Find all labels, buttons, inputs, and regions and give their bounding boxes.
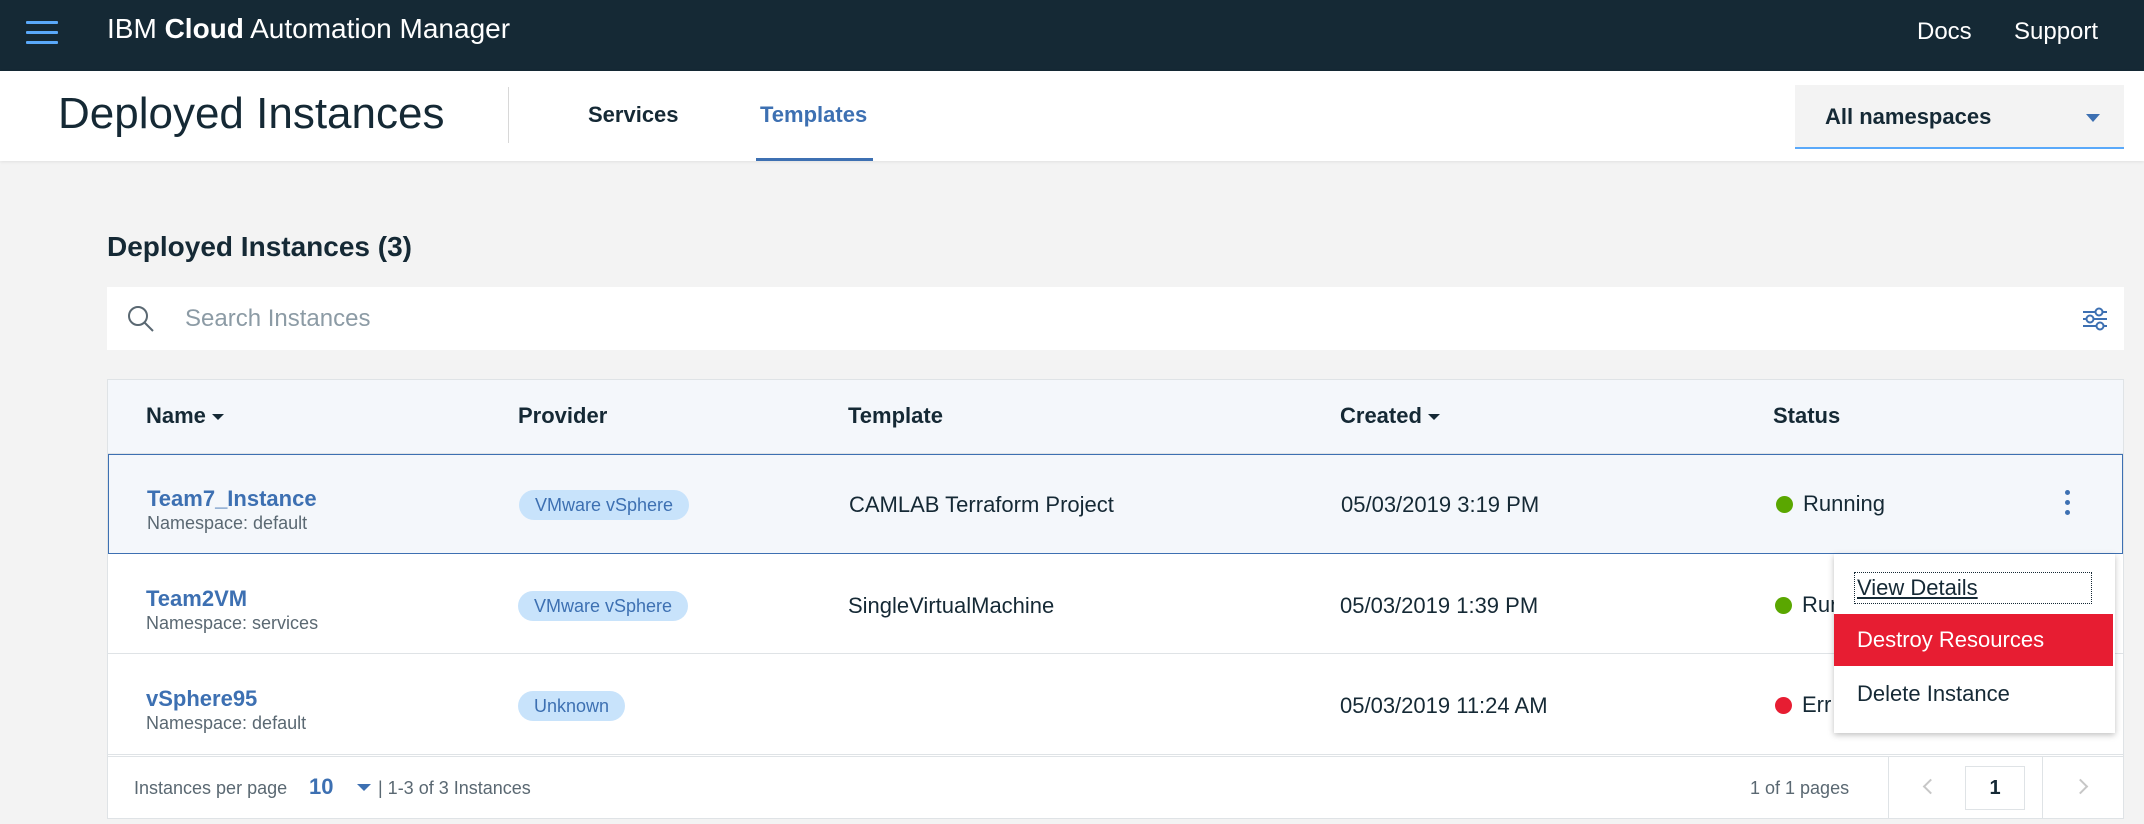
- column-header-label: Created: [1340, 403, 1422, 428]
- created-cell: 05/03/2019 1:39 PM: [1340, 593, 1539, 618]
- table-pagination: Instances per page 10 | 1-3 of 3 Instanc…: [108, 756, 2123, 819]
- provider-badge: VMware vSphere: [519, 490, 690, 520]
- instance-namespace: Namespace: default: [146, 713, 307, 733]
- sort-caret-icon: [1427, 414, 1440, 421]
- instance-name-link[interactable]: Team2VM: [146, 586, 247, 612]
- active-tab-indicator: [756, 158, 873, 161]
- support-link[interactable]: Support: [2014, 17, 2098, 47]
- page-count: 1 of 1 pages: [1750, 778, 1850, 798]
- brand-suffix: Automation Manager: [243, 13, 511, 44]
- instance-namespace: Namespace: services: [146, 613, 319, 633]
- namespace-select[interactable]: All namespaces: [1795, 85, 2124, 149]
- delete-instance-menu-item[interactable]: Delete Instance: [1834, 668, 2113, 720]
- namespace-select-value: All namespaces: [1825, 104, 1992, 129]
- view-details-menu-item[interactable]: View Details: [1834, 562, 2113, 614]
- status-text: Err: [1802, 692, 1832, 717]
- search-bar: [107, 287, 2124, 350]
- item-range: | 1-3 of 3 Instances: [378, 778, 531, 798]
- chevron-right-icon: [2072, 778, 2089, 795]
- created-cell: 05/03/2019 3:19 PM: [1341, 492, 1540, 517]
- status-dot: [1775, 597, 1792, 614]
- instances-table: Name Provider Template Created Status Te…: [107, 379, 2124, 819]
- table-row[interactable]: vSphere95 Namespace: default Unknown 05/…: [108, 655, 2123, 755]
- top-bar: IBM Cloud Automation Manager Docs Suppor…: [0, 0, 2144, 71]
- column-header-created[interactable]: Created: [1340, 402, 1440, 430]
- column-header-provider: Provider: [518, 403, 608, 428]
- table-header: Name Provider Template Created Status: [108, 380, 2123, 454]
- instance-namespace: Namespace: default: [147, 513, 308, 533]
- brand-prefix: IBM: [107, 13, 165, 44]
- status-dot: [1776, 496, 1793, 513]
- caret-down-icon: [2086, 114, 2100, 122]
- provider-badge: VMware vSphere: [518, 591, 689, 621]
- menu-item-label: Destroy Resources: [1857, 627, 2045, 652]
- status-text: Running: [1803, 491, 1885, 516]
- menu-icon[interactable]: [26, 18, 58, 50]
- column-header-name[interactable]: Name: [146, 402, 224, 430]
- overflow-menu: View Details Destroy Resources Delete In…: [1834, 554, 2115, 733]
- status-dot: [1775, 697, 1792, 714]
- column-header-status: Status: [1773, 403, 1841, 428]
- section-title: Deployed Instances (3): [107, 231, 412, 262]
- per-page-label: Instances per page: [134, 778, 288, 798]
- per-page-select[interactable]: 10: [309, 772, 379, 802]
- app-brand[interactable]: IBM Cloud Automation Manager: [107, 12, 510, 46]
- destroy-resources-menu-item[interactable]: Destroy Resources: [1834, 614, 2113, 666]
- search-input[interactable]: [185, 287, 1985, 350]
- template-cell: CAMLAB Terraform Project: [849, 492, 1114, 517]
- page-header: Deployed Instances Services Templates Al…: [0, 71, 2144, 161]
- brand-bold: Cloud: [164, 13, 244, 44]
- search-icon: [128, 306, 154, 332]
- column-header-label: Name: [146, 403, 206, 428]
- previous-page-button[interactable]: [1889, 757, 1969, 819]
- instance-name-link[interactable]: Team7_Instance: [147, 486, 317, 512]
- header-divider: [508, 87, 509, 143]
- overflow-menu-icon[interactable]: [2059, 490, 2075, 522]
- column-header-template: Template: [848, 403, 943, 428]
- page-title: Deployed Instances: [58, 89, 445, 138]
- caret-down-icon: [357, 784, 371, 791]
- template-cell: SingleVirtualMachine: [848, 593, 1055, 618]
- instance-name-link[interactable]: vSphere95: [146, 686, 257, 712]
- per-page-value: 10: [309, 774, 334, 799]
- next-page-button[interactable]: [2043, 757, 2123, 819]
- current-page-number: 1: [1989, 777, 2001, 799]
- chevron-left-icon: [1922, 778, 1939, 795]
- tab-services[interactable]: Services: [588, 101, 679, 129]
- page-number-select[interactable]: 1: [1965, 766, 2025, 810]
- menu-item-label: View Details: [1857, 575, 1978, 600]
- sort-caret-icon: [211, 414, 224, 421]
- provider-badge: Unknown: [518, 691, 626, 721]
- table-row[interactable]: Team2VM Namespace: services VMware vSphe…: [108, 554, 2123, 654]
- created-cell: 05/03/2019 11:24 AM: [1340, 693, 1548, 718]
- table-row[interactable]: Team7_Instance Namespace: default VMware…: [108, 454, 2123, 554]
- docs-link[interactable]: Docs: [1917, 17, 1972, 47]
- filter-icon[interactable]: [2080, 304, 2110, 334]
- tab-templates[interactable]: Templates: [760, 101, 867, 129]
- menu-item-label: Delete Instance: [1857, 681, 2010, 706]
